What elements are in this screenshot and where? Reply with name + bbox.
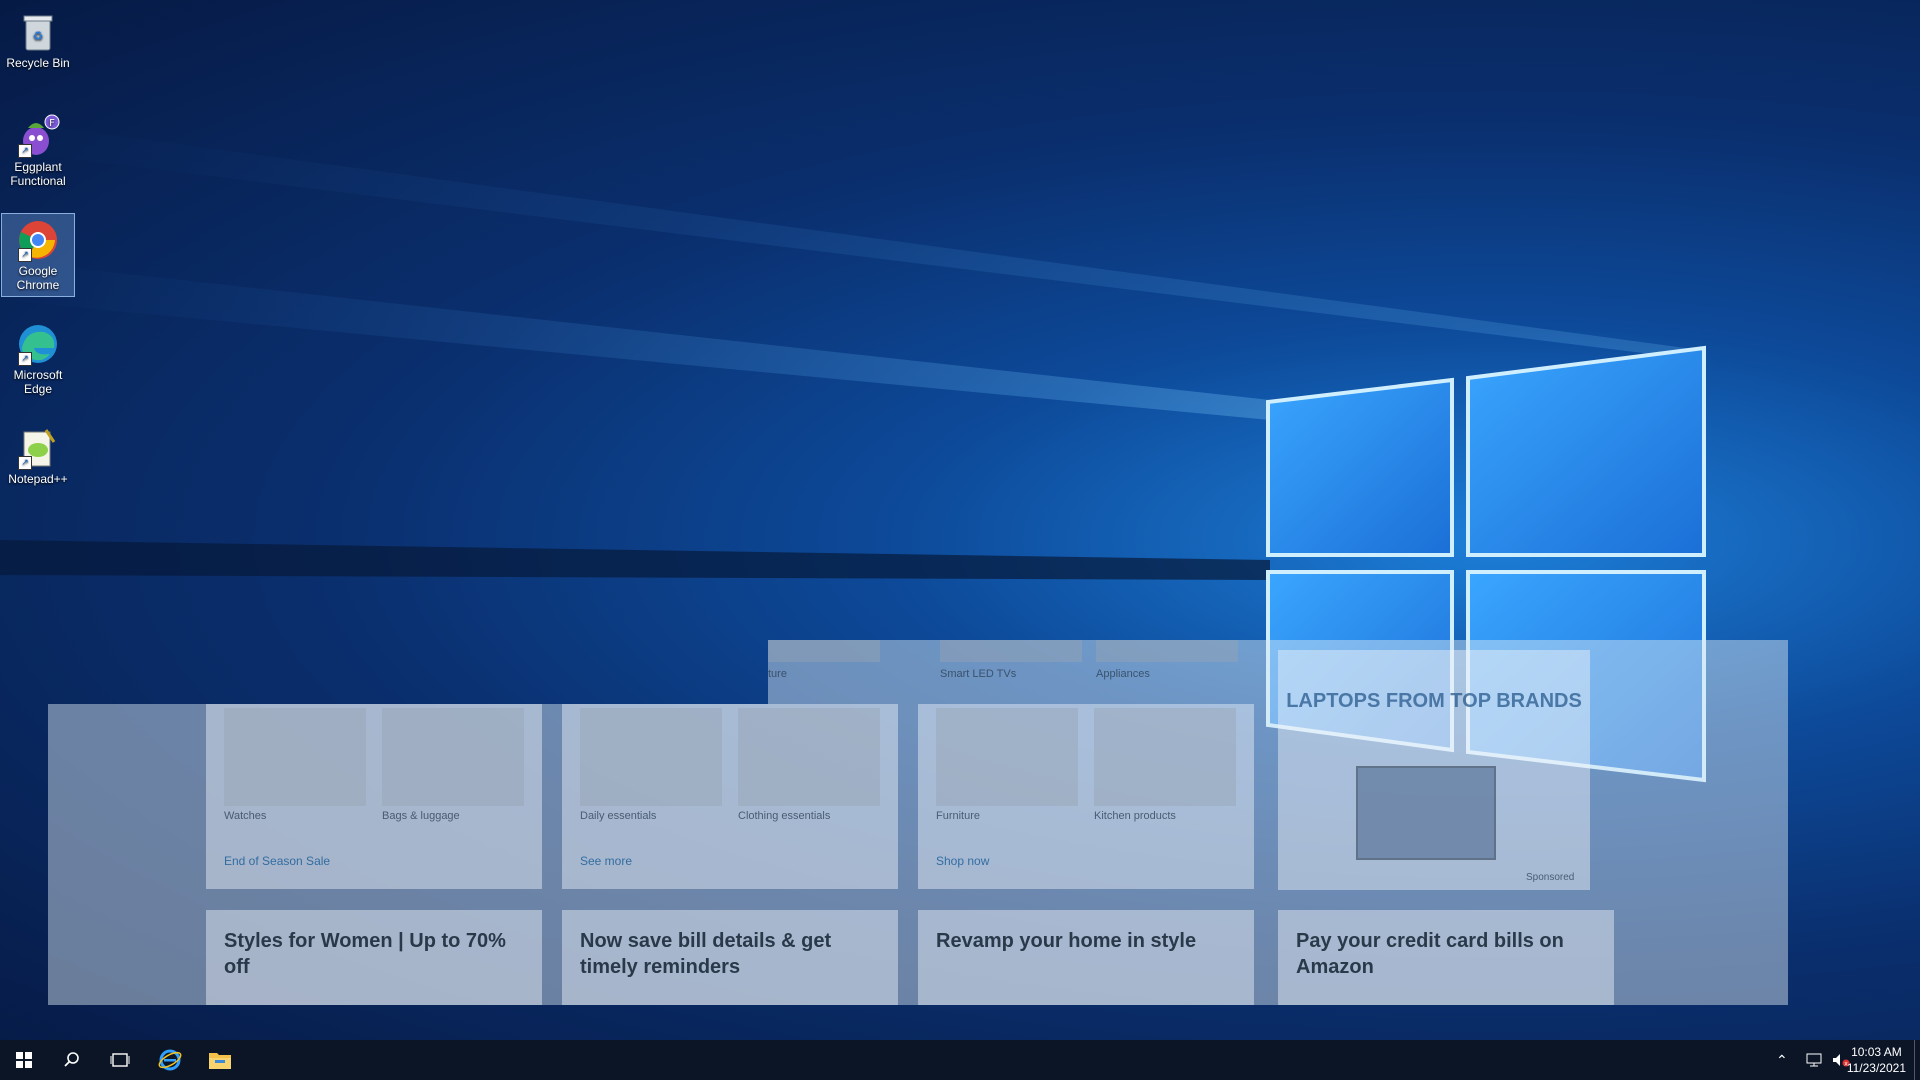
search-icon: [64, 1052, 79, 1067]
clock-time: 10:03 AM: [1851, 1045, 1902, 1059]
chrome-icon: ↗: [16, 218, 60, 262]
show-desktop-button[interactable]: [1914, 1040, 1920, 1080]
caption: ture: [768, 668, 787, 680]
taskbar: ⌃ x 10:03 AM 11/23/2021: [0, 1040, 1920, 1080]
caption: Appliances: [1096, 668, 1150, 680]
desktop-icon-microsoft-edge[interactable]: ↗ Microsoft Edge: [2, 318, 74, 396]
eggplant-icon: F ↗: [16, 114, 60, 158]
caption: Bags & luggage: [382, 810, 460, 822]
deal-card[interactable]: Revamp your home in style: [918, 910, 1254, 1005]
sponsored-label: Sponsored: [1526, 872, 1575, 883]
caption: Furniture: [936, 810, 981, 822]
card-link[interactable]: Shop now: [936, 854, 989, 868]
desktop-icon-recycle-bin[interactable]: ♻ Recycle Bin: [2, 6, 74, 70]
start-button[interactable]: [0, 1040, 48, 1080]
desktop-icon-label: Recycle Bin: [6, 56, 70, 70]
product-thumbnail: [738, 708, 880, 806]
product-thumbnail: [936, 708, 1078, 806]
folder-icon: [209, 1053, 231, 1069]
promo-title: LAPTOPS FROM TOP BRANDS: [1286, 690, 1582, 712]
card-link[interactable]: End of Season Sale: [224, 854, 330, 868]
shortcut-arrow-icon: ↗: [18, 456, 32, 470]
caption: Clothing essentials: [738, 810, 831, 822]
deal-card[interactable]: Styles for Women | Up to 70% off: [206, 910, 542, 1005]
desktop-icon-label: Microsoft Edge: [13, 368, 63, 396]
card-title: Pay your credit card bills on Amazon: [1296, 930, 1564, 978]
product-thumbnail: [1094, 708, 1236, 806]
browser-overlay: Watches Bags & luggage End of Season Sal…: [48, 650, 1788, 1005]
product-thumbnail: [382, 708, 524, 806]
deal-card[interactable]: Furniture Kitchen products Shop now: [918, 704, 1254, 889]
windows-logo-icon: [16, 1052, 32, 1068]
caption: Smart LED TVs: [940, 668, 1017, 680]
desktop-icon-notepad-plus-plus[interactable]: ↗ Notepad++: [2, 422, 74, 486]
desktop-icon-google-chrome[interactable]: ↗ Google Chrome: [1, 213, 75, 297]
caption: Watches: [224, 810, 267, 822]
taskbar-file-explorer[interactable]: [196, 1040, 244, 1080]
task-view-button[interactable]: [96, 1040, 144, 1080]
tray-overflow-button[interactable]: ⌃: [1776, 1040, 1788, 1080]
network-button[interactable]: [1806, 1040, 1822, 1080]
deal-card[interactable]: Daily essentials Clothing essentials See…: [562, 704, 898, 889]
caption: Kitchen products: [1094, 810, 1176, 822]
internet-explorer-icon: [158, 1049, 182, 1071]
product-thumbnail: [580, 708, 722, 806]
deal-card[interactable]: Pay your credit card bills on Amazon: [1278, 910, 1614, 1005]
taskbar-internet-explorer[interactable]: [146, 1040, 194, 1080]
product-thumbnail: [1096, 640, 1238, 662]
card-link[interactable]: See more: [580, 854, 632, 868]
task-view-icon: [110, 1053, 130, 1067]
search-button[interactable]: [48, 1040, 96, 1080]
promo-banner[interactable]: LAPTOPS FROM TOP BRANDS Sponsored: [1278, 650, 1590, 890]
clock-date: 11/23/2021: [1846, 1061, 1906, 1075]
system-clock[interactable]: 10:03 AM 11/23/2021: [1847, 1044, 1906, 1076]
deal-card[interactable]: Now save bill details & get timely remin…: [562, 910, 898, 1005]
product-thumbnail: [940, 640, 1082, 662]
deal-card[interactable]: Watches Bags & luggage End of Season Sal…: [206, 704, 542, 889]
desktop-icon-label: Notepad++: [8, 472, 68, 486]
card-title: Revamp your home in style: [936, 930, 1197, 952]
shortcut-arrow-icon: ↗: [18, 248, 32, 262]
edge-icon: ↗: [16, 322, 60, 366]
desktop-icon-eggplant[interactable]: F ↗ Eggplant Functional: [2, 110, 74, 188]
card-title: Styles for Women | Up to 70% off: [224, 930, 506, 978]
recycle-bin-icon: ♻: [16, 10, 60, 54]
desktop-icon-label: Eggplant Functional: [10, 160, 66, 188]
shortcut-arrow-icon: ↗: [18, 144, 32, 158]
card-title: Now save bill details & get timely remin…: [580, 930, 832, 978]
desktop-icon-label: Google Chrome: [16, 264, 60, 292]
product-thumbnail: [768, 640, 880, 662]
product-thumbnail: [224, 708, 366, 806]
svg-text:♻: ♻: [33, 29, 44, 43]
svg-text:F: F: [49, 118, 55, 129]
laptop-image: [1356, 766, 1496, 860]
shortcut-arrow-icon: ↗: [18, 352, 32, 366]
chevron-up-icon: ⌃: [1776, 1051, 1788, 1068]
caption: Daily essentials: [580, 810, 657, 822]
network-icon: [1806, 1053, 1822, 1067]
notepad-plus-plus-icon: ↗: [16, 426, 60, 470]
